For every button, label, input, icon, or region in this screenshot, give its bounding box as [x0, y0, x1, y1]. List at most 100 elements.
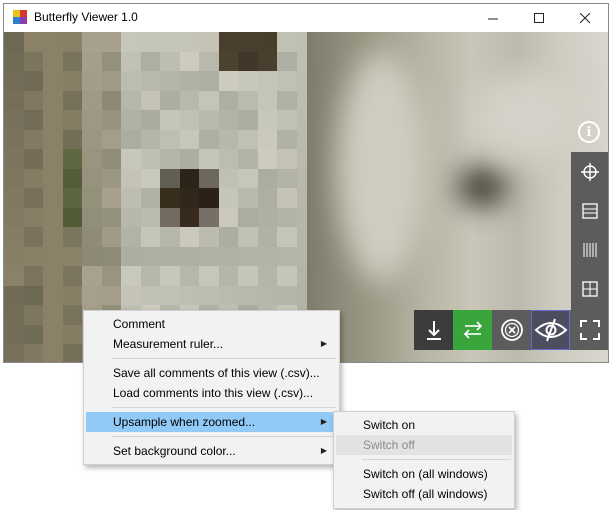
image-pixel: [277, 149, 297, 169]
image-pixel: [4, 324, 24, 344]
menu-item-label: Load comments into this view (.csv)...: [113, 386, 314, 400]
info-icon[interactable]: i: [578, 121, 600, 143]
hide-overlay-button[interactable]: [531, 310, 570, 350]
image-pixel: [238, 51, 258, 71]
menu-item-label: Set background color...: [113, 444, 236, 458]
menu-separator: [112, 358, 336, 359]
image-pixel: [296, 129, 307, 149]
image-pixel: [238, 168, 258, 188]
image-pixel: [218, 227, 238, 247]
image-pixel: [179, 246, 199, 266]
crosshair-icon[interactable]: [579, 161, 600, 182]
image-pixel: [277, 188, 297, 208]
image-pixel: [101, 129, 121, 149]
menu-item-label: Measurement ruler...: [113, 337, 224, 351]
image-pixel: [140, 207, 160, 227]
close-button[interactable]: [562, 4, 608, 32]
submenu-arrow-icon: ▶: [320, 417, 327, 426]
image-pixel: [23, 51, 43, 71]
image-pixel: [43, 129, 63, 149]
vertical-split-icon[interactable]: [579, 239, 600, 260]
close-view-button[interactable]: [492, 310, 531, 350]
image-pixel: [4, 71, 24, 91]
image-pixel: [101, 285, 121, 305]
image-pixel: [277, 168, 297, 188]
image-pixel: [4, 344, 24, 362]
menu-item-comment[interactable]: Comment: [86, 314, 337, 334]
menu-item-measurement-ruler[interactable]: Measurement ruler... ▶: [86, 334, 337, 354]
fullscreen-button[interactable]: [570, 310, 608, 350]
image-pixel: [82, 90, 102, 110]
image-pixel: [140, 168, 160, 188]
image-pixel: [62, 246, 82, 266]
image-pixel: [62, 51, 82, 71]
grid-icon[interactable]: [579, 278, 600, 299]
image-pixel: [199, 71, 219, 91]
image-pixel: [218, 71, 238, 91]
image-pixel: [199, 90, 219, 110]
image-pixel: [296, 188, 307, 208]
download-button[interactable]: [414, 310, 453, 350]
minimize-button[interactable]: [470, 4, 516, 32]
submenu-item-switch-on-all[interactable]: Switch on (all windows): [336, 464, 512, 484]
submenu-item-switch-off: Switch off: [336, 435, 512, 455]
blur-highlight: [337, 52, 427, 282]
maximize-icon: [533, 12, 544, 23]
maximize-button[interactable]: [516, 4, 562, 32]
menu-item-background-color[interactable]: Set background color... ▶: [86, 441, 337, 461]
image-pixel: [62, 110, 82, 130]
image-pixel: [179, 188, 199, 208]
image-pixel: [43, 324, 63, 344]
app-logo-icon: [13, 10, 27, 24]
submenu-item-label: Switch on (all windows): [363, 467, 488, 481]
menu-item-upsample[interactable]: Upsample when zoomed... ▶: [86, 412, 337, 432]
image-pixel: [82, 149, 102, 169]
image-pixel: [43, 305, 63, 325]
image-pixel: [296, 149, 307, 169]
image-pixel: [4, 207, 24, 227]
image-pixel: [43, 168, 63, 188]
image-pixel: [23, 227, 43, 247]
sync-arrows-icon: [463, 321, 482, 339]
image-pixel: [257, 51, 277, 71]
image-pixel: [101, 51, 121, 71]
image-pixel: [277, 51, 297, 71]
image-pixel: [199, 207, 219, 227]
image-pixel: [277, 246, 297, 266]
image-pixel: [43, 188, 63, 208]
image-pixel: [4, 188, 24, 208]
image-pixel: [160, 285, 180, 305]
image-pixel: [238, 110, 258, 130]
image-pixel: [218, 285, 238, 305]
image-pixel: [179, 129, 199, 149]
sync-button[interactable]: [453, 310, 492, 350]
image-pixel: [101, 168, 121, 188]
image-pixel: [257, 266, 277, 286]
submenu-item-switch-off-all[interactable]: Switch off (all windows): [336, 484, 512, 504]
submenu-item-label: Switch on: [363, 418, 416, 432]
submenu-arrow-icon: ▶: [320, 446, 327, 455]
image-pixel: [82, 32, 102, 52]
image-pixel: [121, 188, 141, 208]
menu-item-load-comments[interactable]: Load comments into this view (.csv)...: [86, 383, 337, 403]
image-pixel: [257, 129, 277, 149]
image-pixel: [140, 110, 160, 130]
image-pixel: [23, 149, 43, 169]
image-pixel: [4, 246, 24, 266]
image-pixel: [199, 32, 219, 52]
image-pixel: [62, 227, 82, 247]
submenu-item-switch-on[interactable]: Switch on: [336, 415, 512, 435]
image-pixel: [121, 266, 141, 286]
image-pixel: [23, 129, 43, 149]
image-pixel: [199, 227, 219, 247]
image-pixel: [199, 129, 219, 149]
image-pixel: [121, 285, 141, 305]
horizontal-split-icon[interactable]: [579, 200, 600, 221]
image-pixel: [296, 71, 307, 91]
image-pixel: [218, 90, 238, 110]
image-pixel: [238, 90, 258, 110]
fullscreen-icon: [579, 320, 600, 340]
image-pixel: [23, 285, 43, 305]
image-pixel: [62, 129, 82, 149]
menu-item-save-comments[interactable]: Save all comments of this view (.csv)...: [86, 363, 337, 383]
